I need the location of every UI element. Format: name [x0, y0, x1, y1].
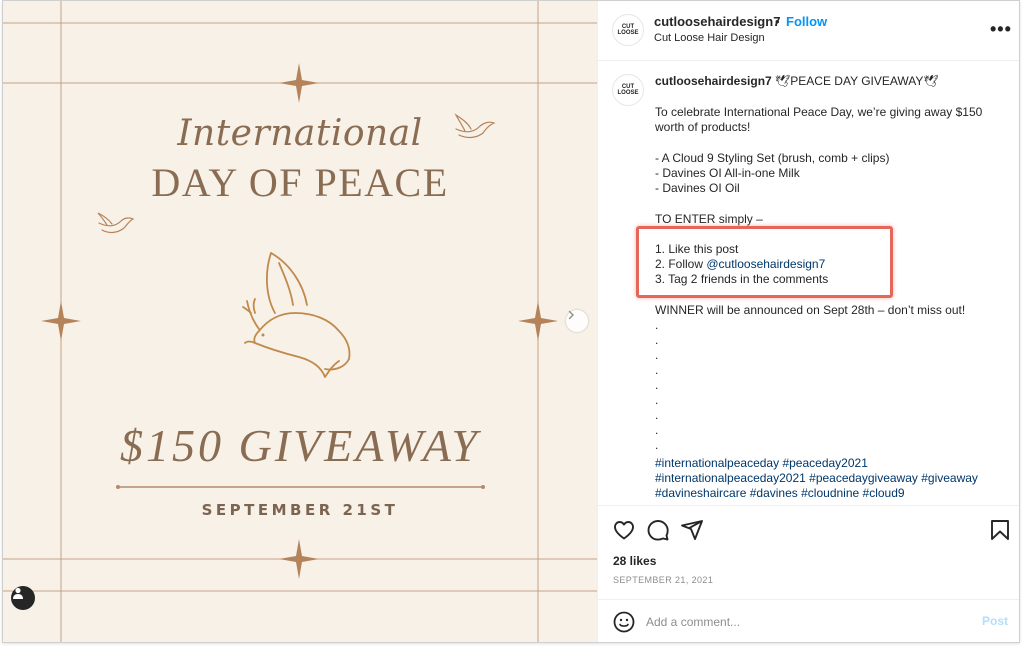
more-options-icon[interactable]: •••	[990, 19, 1012, 40]
caption-dot: .	[655, 408, 659, 422]
caption-intro-2: worth of products!	[655, 120, 751, 134]
caption-dot: .	[655, 423, 659, 437]
heart-icon[interactable]	[612, 518, 636, 542]
tagged-users-button[interactable]	[11, 586, 35, 610]
comment-bar: Post	[598, 599, 1019, 642]
caption-dot: .	[655, 348, 659, 362]
hashtag-line-2: #internationalpeaceday2021 #peacedaygive…	[655, 471, 978, 486]
hashtag-link[interactable]: #peaceday2021	[782, 456, 867, 470]
caption-title-line: cutloosehairdesign7 🕊PEACE DAY GIVEAWAY🕊	[655, 74, 939, 89]
caption-item: - A Cloud 9 Styling Set (brush, comb + c…	[655, 151, 890, 165]
caption-dot: .	[655, 438, 659, 452]
image-title-line2: DAY OF PEACE	[151, 160, 449, 205]
image-decoration	[3, 1, 597, 642]
caption-title: 🕊PEACE DAY GIVEAWAY🕊	[771, 74, 939, 88]
comment-input[interactable]	[646, 611, 966, 633]
avatar[interactable]: CUT LOOSE	[612, 14, 644, 46]
follow-button[interactable]: Follow	[786, 14, 827, 29]
post-image: International DAY OF PEACE $150 GIVEAWAY…	[3, 1, 597, 642]
image-title-line1: International	[177, 113, 423, 154]
image-giveaway-text: $150 GIVEAWAY	[120, 420, 480, 471]
share-icon[interactable]	[680, 518, 704, 542]
likes-count[interactable]: 28 likes	[613, 554, 656, 568]
header-separator: •	[775, 14, 780, 29]
caption-step-1: 1. Like this post	[655, 242, 739, 256]
bookmark-icon[interactable]	[988, 518, 1012, 542]
caption-item: - Davines OI All-in-one Milk	[655, 166, 800, 180]
caption-dot: .	[655, 333, 659, 347]
hashtag-link[interactable]: #davineshaircare	[655, 486, 746, 500]
caption-step-3: 3. Tag 2 friends in the comments	[655, 272, 829, 286]
hashtag-link[interactable]: #internationalpeaceday2021	[655, 471, 806, 485]
carousel-next-button[interactable]	[566, 310, 588, 332]
image-date-text: SEPTEMBER 21ST	[201, 501, 399, 519]
caption-winner: WINNER will be announced on Sept 28th – …	[655, 303, 966, 317]
caption-dot: .	[655, 318, 659, 332]
caption-dot: .	[655, 363, 659, 377]
hashtag-link[interactable]: #internationalpeaceday	[655, 456, 779, 470]
chevron-right-icon	[568, 310, 574, 320]
caption-dot: .	[655, 393, 659, 407]
caption-username[interactable]: cutloosehairdesign7	[655, 74, 772, 88]
post-header: CUT LOOSE cutloosehairdesign7 • Follow C…	[598, 1, 1019, 61]
post-date: SEPTEMBER 21, 2021	[613, 575, 714, 585]
hashtag-link[interactable]: #davines	[750, 486, 798, 500]
hashtag-link[interactable]: #giveaway	[921, 471, 978, 485]
caption-item: - Davines OI Oil	[655, 181, 740, 195]
user-icon	[13, 587, 23, 599]
caption-dot: .	[655, 378, 659, 392]
post-side-panel: CUT LOOSE cutloosehairdesign7 • Follow C…	[597, 1, 1019, 642]
emoji-icon[interactable]	[612, 610, 636, 634]
caption-intro-1: To celebrate International Peace Day, we…	[655, 105, 983, 119]
comment-icon[interactable]	[646, 518, 670, 542]
caption-enter-heading: TO ENTER simply –	[655, 212, 763, 226]
caption-area: CUT LOOSE cutloosehairdesign7 🕊PEACE DAY…	[598, 62, 1019, 505]
post-actions: 28 likes SEPTEMBER 21, 2021	[598, 505, 1019, 601]
hashtag-line-3: #davineshaircare #davines #cloudnine #cl…	[655, 486, 905, 501]
mention-link[interactable]: @cutloosehairdesign7	[706, 257, 825, 271]
header-subtitle: Cut Loose Hair Design	[654, 32, 765, 44]
caption-avatar[interactable]: CUT LOOSE	[612, 74, 644, 106]
avatar-logo-text: CUT LOOSE	[617, 24, 639, 36]
caption-step-2-text: 2. Follow	[655, 257, 707, 271]
hashtag-line-1: #internationalpeaceday #peaceday2021	[655, 456, 868, 471]
hashtag-link[interactable]: #cloud9	[863, 486, 905, 500]
post-comment-button[interactable]: Post	[982, 614, 1008, 628]
post-modal: International DAY OF PEACE $150 GIVEAWAY…	[2, 0, 1020, 643]
caption-avatar-logo-text: CUT LOOSE	[617, 84, 639, 96]
header-username[interactable]: cutloosehairdesign7	[654, 14, 780, 29]
hashtag-link[interactable]: #peacedaygiveaway	[809, 471, 918, 485]
hashtag-link[interactable]: #cloudnine	[801, 486, 859, 500]
caption-step-2: 2. Follow @cutloosehairdesign7	[655, 257, 825, 272]
